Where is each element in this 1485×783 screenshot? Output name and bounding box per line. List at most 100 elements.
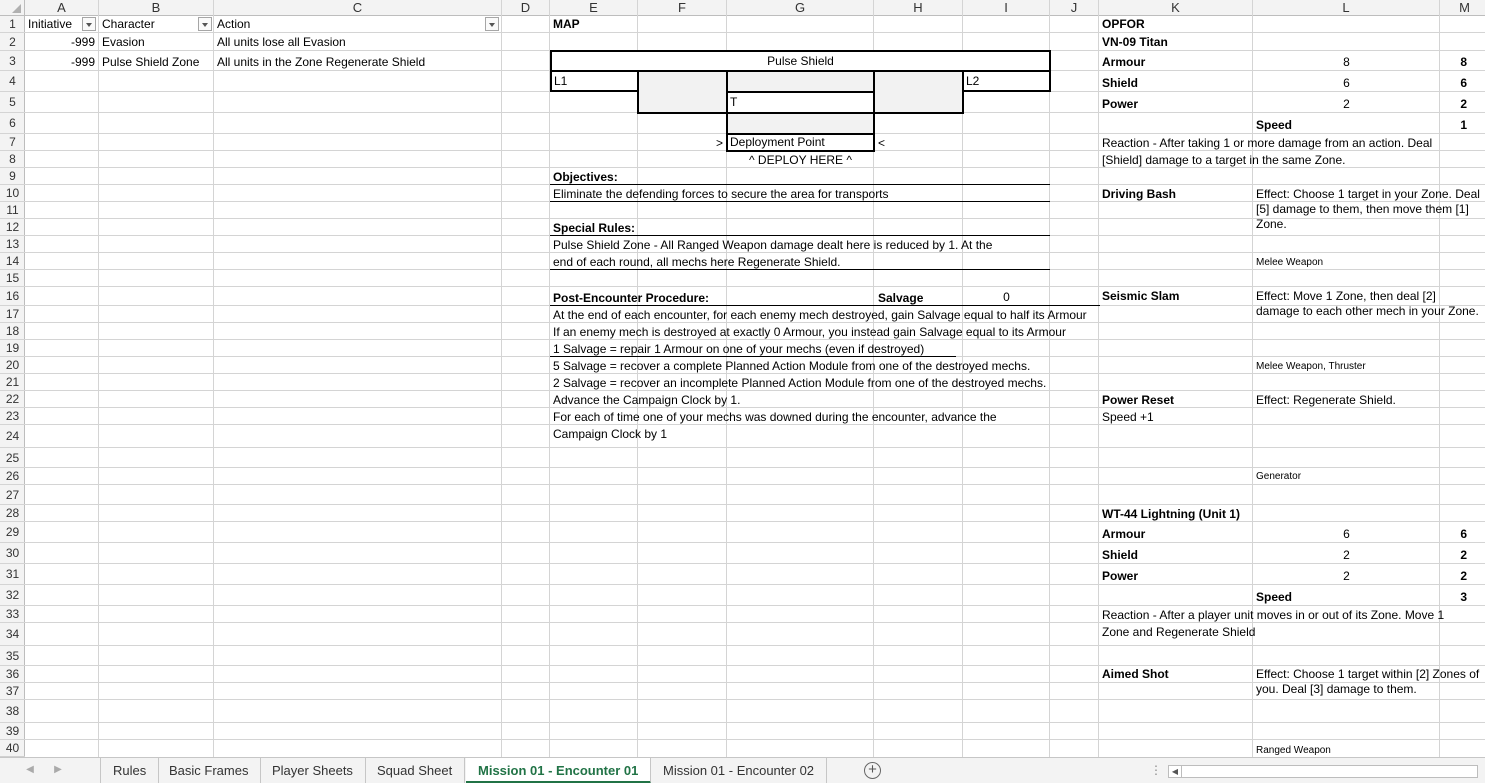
post-encounter-line[interactable]: Campaign Clock by 1 <box>550 427 670 442</box>
stat-speed-value[interactable]: 1 <box>1440 118 1470 133</box>
action-cell[interactable]: All units lose all Evasion <box>214 35 349 50</box>
zone-l1[interactable]: L1 <box>550 70 639 92</box>
post-encounter-line[interactable]: For each of time one of your mechs was d… <box>550 410 1000 425</box>
row-header[interactable]: 9 <box>0 168 25 185</box>
objectives-text[interactable]: Eliminate the defending forces to secure… <box>550 187 892 202</box>
row-header[interactable]: 4 <box>0 71 25 92</box>
tab-mission-01-encounter-01[interactable]: Mission 01 - Encounter 01 <box>466 758 652 783</box>
row-header[interactable]: 29 <box>0 522 25 543</box>
column-header-d[interactable]: D <box>502 0 550 16</box>
row-header[interactable]: 11 <box>0 202 25 219</box>
initiative-cell[interactable]: -999 <box>25 55 98 70</box>
row-header[interactable]: 10 <box>0 185 25 202</box>
scroll-left-icon[interactable]: ◀ <box>1169 766 1182 777</box>
row-header[interactable]: 28 <box>0 505 25 522</box>
stat-power-value[interactable]: 2 <box>1253 569 1440 584</box>
horizontal-scrollbar[interactable]: ◀ <box>1168 765 1478 778</box>
character-cell[interactable]: Evasion <box>99 35 148 50</box>
post-encounter-line[interactable]: 5 Salvage = recover a complete Planned A… <box>550 359 1033 374</box>
post-encounter-line[interactable]: 2 Salvage = recover an incomplete Planne… <box>550 376 1049 391</box>
salvage-value[interactable]: 0 <box>963 290 1050 305</box>
stat-armour-value[interactable]: 6 <box>1253 527 1440 542</box>
post-encounter-line[interactable]: At the end of each encounter, for each e… <box>550 308 1100 323</box>
filter-action-icon[interactable] <box>485 17 499 31</box>
action-cell[interactable]: All units in the Zone Regenerate Shield <box>214 55 428 70</box>
row-header[interactable]: 14 <box>0 253 25 270</box>
more-options-icon[interactable]: ⋮ <box>1150 763 1162 777</box>
row-header[interactable]: 36 <box>0 666 25 683</box>
row-header[interactable]: 31 <box>0 564 25 585</box>
tab-scroll-left-icon[interactable]: ◀ <box>24 764 36 776</box>
tab-scroll-right-icon[interactable]: ▶ <box>52 764 64 776</box>
reaction-text[interactable]: [Shield] damage to a target in the same … <box>1099 153 1348 168</box>
row-header[interactable]: 15 <box>0 270 25 287</box>
deployment-point[interactable]: Deployment Point <box>726 133 875 152</box>
stat-armour-value[interactable]: 8 <box>1253 55 1440 70</box>
row-header[interactable]: 12 <box>0 219 25 236</box>
row-header[interactable]: 5 <box>0 92 25 113</box>
row-header[interactable]: 32 <box>0 585 25 606</box>
row-header[interactable]: 22 <box>0 391 25 408</box>
reaction-text[interactable]: Reaction - After taking 1 or more damage… <box>1099 136 1435 151</box>
filter-initiative-icon[interactable] <box>82 17 96 31</box>
row-header[interactable]: 40 <box>0 740 25 757</box>
add-sheet-icon[interactable]: + <box>864 762 881 779</box>
action-effect[interactable]: Effect: Move 1 Zone, then deal [2] damag… <box>1253 289 1485 319</box>
zone-t[interactable]: T <box>726 91 875 114</box>
zone-l2[interactable]: L2 <box>962 70 1051 92</box>
column-header-f[interactable]: F <box>638 0 727 16</box>
row-header[interactable]: 8 <box>0 151 25 168</box>
row-header[interactable]: 30 <box>0 543 25 564</box>
reaction-text[interactable]: Reaction - After a player unit moves in … <box>1099 608 1447 623</box>
tab-player-sheets[interactable]: Player Sheets <box>260 758 366 783</box>
column-header-b[interactable]: B <box>99 0 214 16</box>
row-header[interactable]: 21 <box>0 374 25 391</box>
row-header[interactable]: 3 <box>0 51 25 71</box>
action-effect[interactable]: Effect: Choose 1 target within [2] Zones… <box>1253 667 1485 697</box>
stat-shield-value[interactable]: 2 <box>1253 548 1440 563</box>
column-header-j[interactable]: J <box>1050 0 1099 16</box>
pulse-shield-zone[interactable]: Pulse Shield <box>550 50 1051 72</box>
row-header[interactable]: 17 <box>0 306 25 323</box>
row-header[interactable]: 39 <box>0 723 25 740</box>
row-header[interactable]: 37 <box>0 683 25 700</box>
header-initiative[interactable]: Initiative <box>25 17 75 32</box>
action-effect[interactable]: Effect: Regenerate Shield. <box>1253 393 1485 408</box>
row-header[interactable]: 13 <box>0 236 25 253</box>
row-header[interactable]: 33 <box>0 606 25 623</box>
column-header-l[interactable]: L <box>1253 0 1440 16</box>
tab-basic-frames[interactable]: Basic Frames <box>157 758 262 783</box>
row-header[interactable]: 34 <box>0 623 25 646</box>
column-header-e[interactable]: E <box>550 0 638 16</box>
tab-squad-sheet[interactable]: Squad Sheet <box>365 758 466 783</box>
column-header-c[interactable]: C <box>214 0 502 16</box>
special-rules-line[interactable]: Pulse Shield Zone - All Ranged Weapon da… <box>550 238 995 253</box>
post-encounter-line[interactable]: 1 Salvage = repair 1 Armour on one of yo… <box>550 342 927 357</box>
spreadsheet-grid[interactable]: A B C D E F G H I J K L M 1 2 3 4 5 6 7 … <box>0 0 1485 757</box>
stat-shield-value[interactable]: 6 <box>1253 76 1440 91</box>
row-header[interactable]: 26 <box>0 468 25 485</box>
column-header-i[interactable]: I <box>963 0 1050 16</box>
column-header-m[interactable]: M <box>1440 0 1485 16</box>
row-header[interactable]: 20 <box>0 357 25 374</box>
row-header[interactable]: 1 <box>0 16 25 33</box>
row-header[interactable]: 2 <box>0 33 25 51</box>
action-effect[interactable]: Effect: Choose 1 target in your Zone. De… <box>1253 187 1485 232</box>
row-header[interactable]: 38 <box>0 700 25 723</box>
header-character[interactable]: Character <box>99 17 158 32</box>
row-header[interactable]: 19 <box>0 340 25 357</box>
row-header[interactable]: 24 <box>0 425 25 448</box>
column-header-a[interactable]: A <box>25 0 99 16</box>
row-header[interactable]: 23 <box>0 408 25 425</box>
filter-character-icon[interactable] <box>198 17 212 31</box>
tab-rules[interactable]: Rules <box>100 758 160 783</box>
column-header-h[interactable]: H <box>874 0 963 16</box>
character-cell[interactable]: Pulse Shield Zone <box>99 55 202 70</box>
row-header[interactable]: 6 <box>0 113 25 134</box>
select-all-corner[interactable] <box>0 0 25 16</box>
post-encounter-line[interactable]: Advance the Campaign Clock by 1. <box>550 393 743 408</box>
post-encounter-line[interactable]: If an enemy mech is destroyed at exactly… <box>550 325 1100 340</box>
stat-power-value[interactable]: 2 <box>1253 97 1440 112</box>
special-rules-line[interactable]: end of each round, all mechs here Regene… <box>550 255 844 270</box>
row-header[interactable]: 25 <box>0 448 25 468</box>
